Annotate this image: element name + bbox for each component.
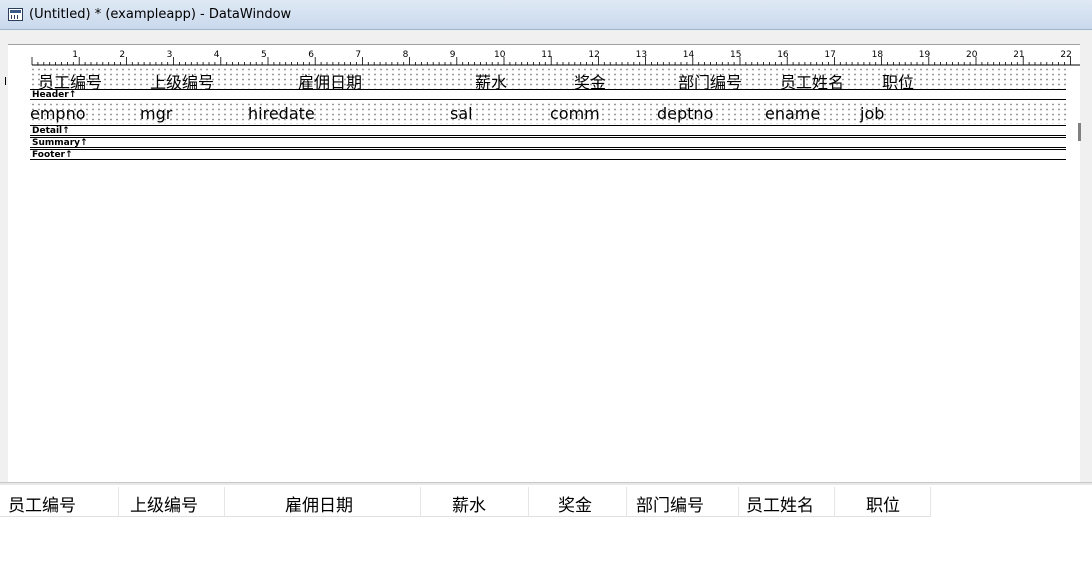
preview-col-divider (528, 487, 529, 517)
preview-col-sal[interactable]: 薪水 (452, 491, 486, 516)
ruler-label: 21 (1013, 50, 1024, 60)
preview-col-empno[interactable]: 员工编号 (8, 491, 76, 516)
preview-col-divider (834, 487, 835, 517)
horizontal-ruler: 1 2 3 4 5 6 7 8 9 10 11 12 13 14 15 16 17 18 19 20 21 22 (8, 45, 1080, 67)
detail-field-sal[interactable]: sal (450, 104, 473, 123)
ruler-label: 1 (72, 50, 78, 60)
ruler-label: 16 (777, 50, 789, 60)
detail-row: empno mgr hiredate sal comm deptno ename… (30, 102, 1066, 124)
summary-band-bar[interactable]: Summary↑ (30, 137, 1066, 148)
ruler-label: 13 (636, 50, 647, 60)
ruler-graphic: 1 2 3 4 5 6 7 8 9 10 11 12 13 14 15 16 17 18 19 20 21 22 (31, 50, 1080, 66)
preview-row-line (0, 516, 930, 517)
preview-col-divider (930, 487, 931, 517)
detail-field-deptno[interactable]: deptno (657, 104, 713, 123)
vertical-scrollbar-thumb[interactable] (1078, 123, 1081, 141)
preview-col-deptno[interactable]: 部门编号 (636, 491, 704, 516)
detail-field-job[interactable]: job (860, 104, 884, 123)
ruler-label: 10 (494, 50, 506, 60)
window-title: (Untitled) * (exampleapp) - DataWindow (29, 7, 292, 22)
ruler-label: 7 (355, 50, 361, 60)
preview-col-job[interactable]: 职位 (866, 491, 900, 516)
header-band-bar[interactable]: Header↑ (30, 89, 1066, 100)
ruler-label: 11 (541, 50, 552, 60)
ruler-label: 4 (214, 50, 220, 60)
preview-col-comm[interactable]: 奖金 (558, 491, 592, 516)
ruler-label: 17 (824, 50, 835, 60)
ruler-label: 19 (919, 50, 931, 60)
header-row: 员工编号 上级编号 雇佣日期 薪水 奖金 部门编号 员工姓名 职位 (30, 67, 1066, 92)
footer-band-bar[interactable]: Footer↑ (30, 149, 1066, 160)
preview-col-divider (118, 487, 119, 517)
ruler-label: 12 (588, 50, 599, 60)
preview-pane: 员工编号 上级编号 雇佣日期 薪水 奖金 部门编号 员工姓名 职位 (0, 485, 1092, 566)
design-canvas[interactable]: 1 2 3 4 5 6 7 8 9 10 11 12 13 14 15 16 17 18 19 20 21 22 员工编号… (8, 44, 1080, 490)
detail-field-ename[interactable]: ename (765, 104, 820, 123)
ruler-label: 20 (966, 50, 978, 60)
preview-col-divider (420, 487, 421, 517)
band-area: 员工编号 上级编号 雇佣日期 薪水 奖金 部门编号 员工姓名 职位 Header… (30, 67, 1080, 490)
detail-band-bar[interactable]: Detail↑ (30, 125, 1066, 136)
datawindow-icon (8, 8, 23, 21)
ruler-label: 2 (119, 50, 125, 60)
detail-field-hiredate[interactable]: hiredate (248, 104, 315, 123)
ruler-label: 22 (1060, 50, 1071, 60)
preview-col-mgr[interactable]: 上级编号 (130, 491, 198, 516)
preview-col-divider (224, 487, 225, 517)
preview-col-divider (738, 487, 739, 517)
ruler-label: 15 (730, 50, 741, 60)
ruler-label: 6 (308, 50, 314, 60)
ruler-label: 9 (450, 50, 456, 60)
ruler-label: 14 (683, 50, 695, 60)
title-bar: (Untitled) * (exampleapp) - DataWindow (0, 0, 1092, 30)
detail-field-mgr[interactable]: mgr (140, 104, 172, 123)
ruler-label: 18 (872, 50, 884, 60)
detail-field-empno[interactable]: empno (30, 104, 86, 123)
ruler-label: 8 (403, 50, 409, 60)
preview-col-divider (626, 487, 627, 517)
preview-col-hiredate[interactable]: 雇佣日期 (285, 491, 353, 516)
ruler-label: 3 (167, 50, 173, 60)
preview-col-ename[interactable]: 员工姓名 (746, 491, 814, 516)
detail-field-comm[interactable]: comm (550, 104, 600, 123)
ruler-label: 5 (261, 50, 267, 60)
